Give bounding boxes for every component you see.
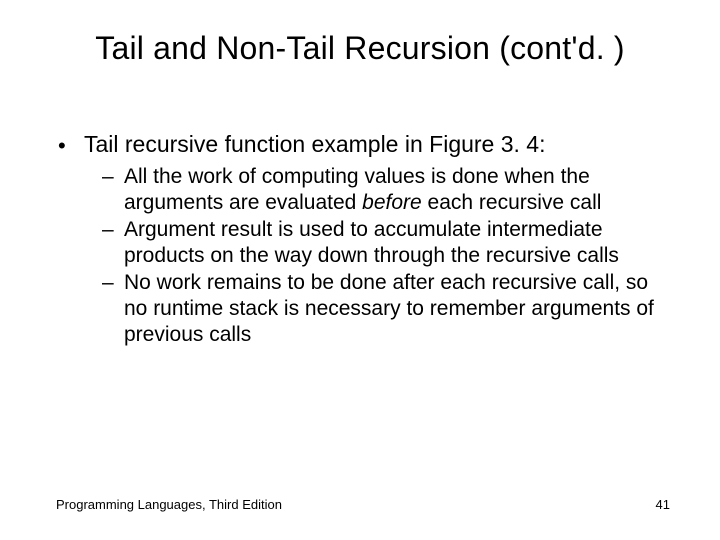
bullet-level1: Tail recursive function example in Figur… bbox=[56, 130, 670, 158]
subbullet-text: No work remains to be done after each re… bbox=[124, 270, 670, 347]
bullet-text: Tail recursive function example in Figur… bbox=[84, 130, 546, 158]
subbullet-text: All the work of computing values is done… bbox=[124, 164, 670, 215]
slide-title: Tail and Non-Tail Recursion (cont'd. ) bbox=[0, 30, 720, 67]
page-number: 41 bbox=[656, 497, 670, 512]
dash-icon bbox=[102, 217, 124, 268]
subbullet-text: Argument result is used to accumulate in… bbox=[124, 217, 670, 268]
bullet-level2: Argument result is used to accumulate in… bbox=[102, 217, 670, 268]
footer-source: Programming Languages, Third Edition bbox=[56, 497, 282, 512]
text-italic: before bbox=[362, 191, 422, 214]
bullet-level2: No work remains to be done after each re… bbox=[102, 270, 670, 347]
dash-icon bbox=[102, 164, 124, 215]
bullet-level2: All the work of computing values is done… bbox=[102, 164, 670, 215]
slide-body: Tail recursive function example in Figur… bbox=[56, 130, 670, 349]
bullet-dot-icon bbox=[56, 130, 84, 158]
slide: Tail and Non-Tail Recursion (cont'd. ) T… bbox=[0, 0, 720, 540]
text-part: each recursive call bbox=[422, 191, 602, 214]
dash-icon bbox=[102, 270, 124, 347]
